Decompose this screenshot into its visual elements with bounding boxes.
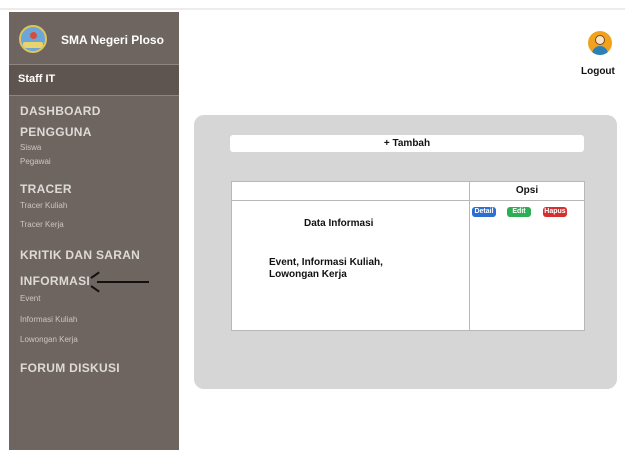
content-panel: + Tambah Opsi Data Informasi Event, Info… <box>194 115 617 389</box>
info-table: Opsi Data Informasi Event, Informasi Kul… <box>231 181 585 331</box>
sidebar-item-dashboard[interactable]: DASHBOARD <box>20 104 101 118</box>
sidebar-item-pengguna[interactable]: PENGGUNA <box>20 125 92 139</box>
sidebar-item-informasi-kuliah[interactable]: Informasi Kuliah <box>20 315 77 324</box>
logout-button[interactable]: Logout <box>581 66 615 77</box>
sidebar-item-lowongan-kerja[interactable]: Lowongan Kerja <box>20 335 78 344</box>
sidebar-item-pegawai[interactable]: Pegawai <box>20 157 51 166</box>
edit-button[interactable]: Edit <box>507 207 531 217</box>
brand-header: SMA Negeri Ploso <box>9 12 179 65</box>
user-role: Staff IT <box>18 73 56 85</box>
delete-button[interactable]: Hapus <box>543 207 567 217</box>
school-logo-icon <box>19 25 47 53</box>
column-divider <box>469 182 470 330</box>
user-avatar-icon[interactable] <box>588 31 612 55</box>
top-divider <box>0 8 625 10</box>
row-description: Event, Informasi Kuliah, Lowongan Kerja <box>269 257 383 280</box>
opsi-column-header: Opsi <box>515 185 539 196</box>
arrow-left-icon <box>90 271 149 293</box>
sidebar-item-informasi[interactable]: INFORMASI <box>20 274 90 288</box>
sidebar-item-tracer[interactable]: TRACER <box>20 182 72 196</box>
sidebar-item-event[interactable]: Event <box>20 294 40 303</box>
sidebar-item-forum-diskusi[interactable]: FORUM DISKUSI <box>20 361 120 375</box>
detail-button[interactable]: Detail <box>472 207 496 217</box>
sidebar: SMA Negeri Ploso Staff IT DASHBOARD PENG… <box>9 12 179 450</box>
row-title: Data Informasi <box>304 218 374 229</box>
sidebar-item-siswa[interactable]: Siswa <box>20 143 41 152</box>
sidebar-item-tracer-kerja[interactable]: Tracer Kerja <box>20 220 64 229</box>
sidebar-item-tracer-kuliah[interactable]: Tracer Kuliah <box>20 201 67 210</box>
school-name: SMA Negeri Ploso <box>61 33 164 47</box>
role-bar: Staff IT <box>9 65 179 96</box>
sidebar-item-kritik-saran[interactable]: KRITIK DAN SARAN <box>20 248 140 262</box>
add-button[interactable]: + Tambah <box>230 135 584 152</box>
